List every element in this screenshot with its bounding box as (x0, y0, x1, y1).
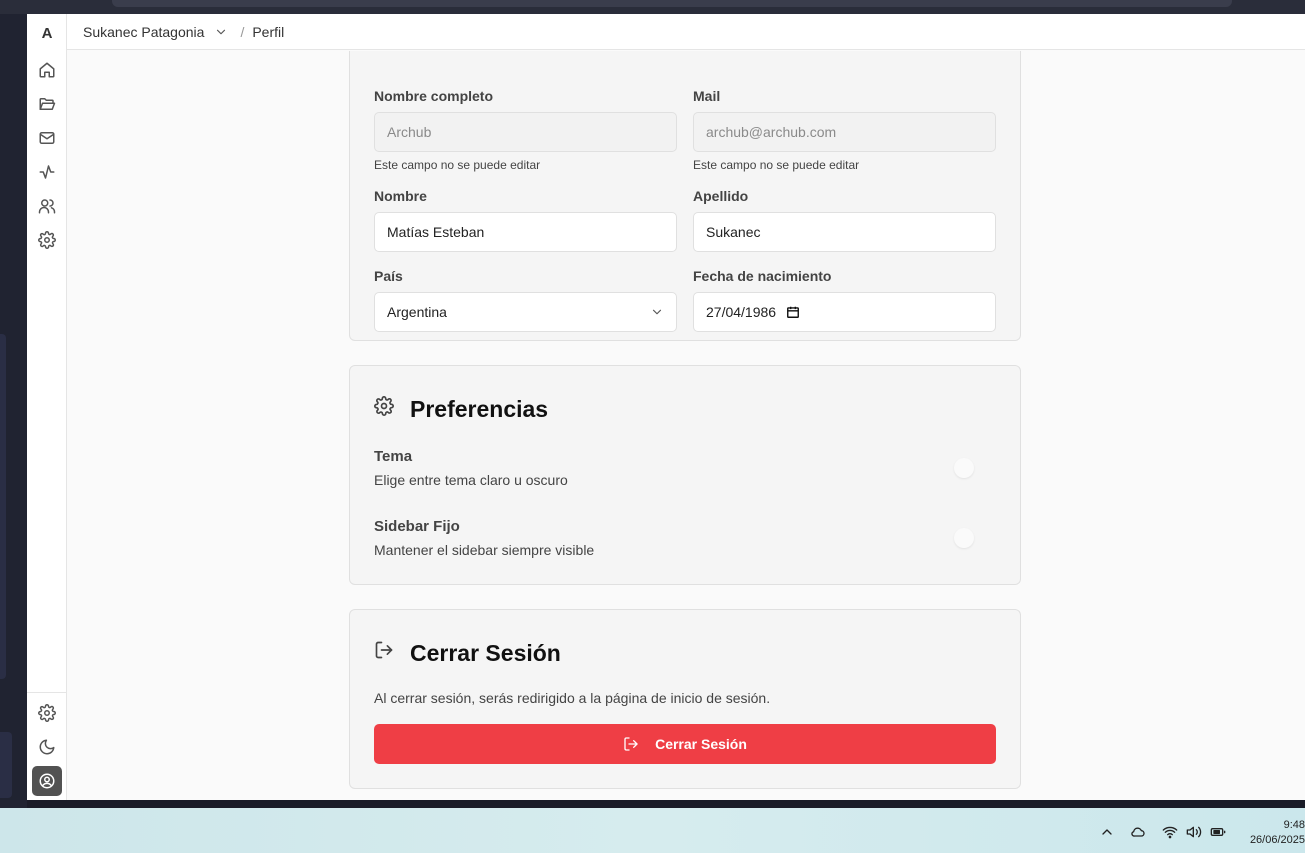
full-name-label: Nombre completo (374, 88, 494, 104)
country-label: País (374, 268, 403, 284)
browser-top-bar (0, 0, 1305, 14)
profile-icon[interactable] (32, 766, 62, 796)
sidebar-fixed-title: Sidebar Fijo (374, 518, 460, 535)
last-name-field[interactable]: Sukanec (693, 212, 996, 252)
logout-icon (374, 640, 394, 660)
birth-date-value: 27/04/1986 (706, 304, 777, 320)
birth-date-label: Fecha de nacimiento (693, 268, 832, 284)
logout-card: Cerrar Sesión Al cerrar sesión, serás re… (349, 609, 1021, 789)
personal-info-card: Nombre completo Archub Este campo no se … (349, 51, 1021, 341)
breadcrumb: Sukanec Patagonia / Perfil (67, 14, 1305, 50)
full-name-help: Este campo no se puede editar (374, 158, 541, 172)
mail-field: archub@archub.com (693, 112, 996, 152)
side-panel-edge (0, 334, 6, 679)
chevron-up-icon[interactable] (1099, 824, 1115, 840)
logout-title: Cerrar Sesión (410, 640, 561, 666)
home-icon[interactable] (35, 58, 59, 82)
cloud-icon[interactable] (1130, 824, 1146, 840)
mail-icon[interactable] (35, 126, 59, 150)
system-clock[interactable]: 9:48 26/06/2025 (1243, 818, 1305, 848)
breadcrumb-current-page: Perfil (252, 23, 285, 40)
folder-open-icon[interactable] (35, 92, 59, 116)
mail-label: Mail (693, 88, 721, 104)
organization-name[interactable]: Sukanec Patagonia (83, 24, 204, 40)
users-icon[interactable] (35, 194, 59, 218)
mail-help: Este campo no se puede editar (693, 158, 860, 172)
moon-icon[interactable] (35, 735, 59, 759)
first-name-field[interactable]: Matías Esteban (374, 212, 677, 252)
main-content: Nombre completo Archub Este campo no se … (67, 51, 1305, 800)
settings-icon (374, 396, 394, 416)
settings-icon-bottom[interactable] (35, 701, 59, 725)
calendar-icon[interactable] (786, 305, 800, 319)
last-name-label: Apellido (693, 188, 749, 204)
logout-button-label: Cerrar Sesión (655, 736, 747, 752)
sidebar-fixed-toggle[interactable] (954, 528, 974, 548)
sidebar-divider (27, 692, 67, 693)
volume-icon[interactable] (1186, 824, 1202, 840)
logout-button-icon (624, 737, 638, 751)
battery-icon[interactable] (1210, 824, 1226, 840)
os-taskbar: 9:48 26/06/2025 (0, 808, 1305, 853)
activity-icon[interactable] (35, 160, 59, 184)
full-name-field: Archub (374, 112, 677, 152)
chevron-down-icon[interactable] (214, 25, 228, 39)
app-logo[interactable]: A (27, 22, 67, 46)
theme-title: Tema (374, 448, 413, 465)
theme-description: Elige entre tema claro u oscuro (374, 472, 568, 488)
window-bottom-edge (27, 800, 1305, 808)
wifi-icon[interactable] (1162, 824, 1178, 840)
sidebar-fixed-description: Mantener el sidebar siempre visible (374, 542, 595, 558)
country-value: Argentina (387, 304, 447, 320)
clock-time: 9:48 (1283, 819, 1305, 831)
sidebar: A (27, 14, 67, 800)
first-name-label: Nombre (374, 188, 427, 204)
logout-description: Al cerrar sesión, serás redirigido a la … (374, 690, 771, 706)
preferences-card: Preferencias Tema Elige entre tema claro… (349, 365, 1021, 585)
side-panel-edge-lower (0, 732, 12, 798)
preferences-title: Preferencias (410, 396, 549, 422)
address-bar[interactable] (112, 0, 1232, 7)
chevron-down-icon (650, 305, 664, 319)
os-side-strip (0, 14, 27, 808)
app-window: A Sukanec Patagonia / Perfil Nombre comp… (27, 14, 1305, 800)
clock-date: 26/06/2025 (1249, 834, 1305, 846)
birth-date-field[interactable]: 27/04/1986 (693, 292, 996, 332)
breadcrumb-separator: / (240, 23, 245, 40)
theme-toggle[interactable] (954, 458, 974, 478)
logout-button[interactable]: Cerrar Sesión (374, 724, 996, 764)
settings-icon[interactable] (35, 228, 59, 252)
country-select[interactable]: Argentina (374, 292, 677, 332)
